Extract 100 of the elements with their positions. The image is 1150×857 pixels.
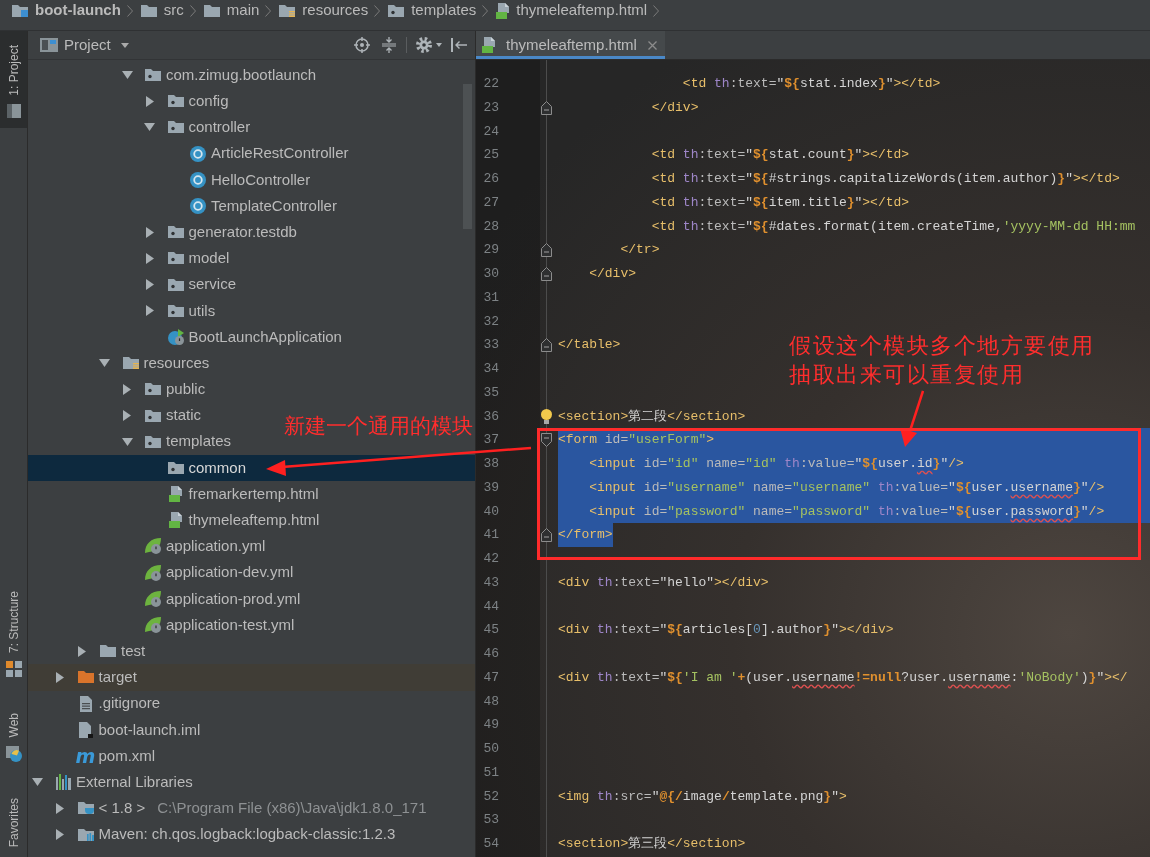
line-number: 37 (483, 432, 499, 448)
code-line: <img th:src="@{/image/template.png}"> (558, 787, 847, 806)
globe-icon (5, 745, 22, 762)
tree-item[interactable]: application-prod.yml (145, 585, 301, 612)
arrows-inward-icon[interactable] (382, 37, 396, 53)
caret-icon[interactable] (436, 43, 442, 47)
triangle-icon[interactable] (121, 71, 133, 80)
triangle-icon[interactable] (145, 305, 154, 317)
tree-item[interactable]: generator.testdb (141, 219, 297, 246)
triangle-icon[interactable] (144, 123, 155, 132)
fold-marker-icon[interactable] (541, 338, 552, 353)
fold-marker-icon[interactable] (541, 100, 552, 115)
tree-item[interactable]: m pom.xml (77, 742, 156, 770)
folder-icon (145, 409, 161, 422)
tree-item[interactable]: controller (141, 114, 251, 141)
folder-icon (145, 383, 161, 396)
tree-item[interactable]: public (119, 376, 206, 403)
tree-item[interactable]: fremarkertemp.html (167, 481, 319, 508)
tree-item[interactable]: boot-launch.iml (77, 716, 201, 743)
tree-item[interactable]: application-dev.yml (145, 559, 294, 586)
triangle-icon[interactable] (121, 437, 133, 446)
triangle-icon[interactable] (123, 383, 131, 395)
tool-window-button[interactable]: Favorites (0, 783, 27, 857)
fold-marker-icon[interactable] (541, 243, 552, 258)
view-selector[interactable]: Project (64, 33, 129, 57)
triangle-icon[interactable] (31, 778, 43, 787)
tree-item[interactable]: static (119, 402, 201, 429)
triangle-icon[interactable] (55, 829, 64, 841)
tree-item[interactable]: application-test.yml (145, 611, 295, 639)
code-line: <section>第二段</section> (558, 407, 746, 426)
folder-icon (167, 226, 184, 239)
line-number: 23 (483, 99, 499, 115)
tree-item[interactable]: utils (141, 297, 216, 324)
folder-icon (145, 69, 161, 82)
leaf-icon (145, 564, 161, 581)
tree-item[interactable]: thymeleaftemp.html (167, 507, 320, 534)
folder-icon (167, 121, 184, 134)
triangle-icon[interactable] (145, 226, 154, 238)
tree-item[interactable]: ArticleRestController (190, 140, 349, 167)
tree-item[interactable]: Maven: ch.qos.logback:logback-classic:1.2.3 (51, 821, 396, 848)
close-icon[interactable] (647, 40, 657, 50)
breadcrumb-item[interactable]: main (203, 2, 260, 19)
tree-item[interactable]: target (51, 664, 137, 691)
editor-tab[interactable]: thymeleaftemp.html (476, 31, 665, 59)
line-number: 25 (483, 147, 499, 163)
fold-marker-icon[interactable] (541, 266, 552, 281)
folder-icon (167, 278, 184, 291)
folder-icon (12, 4, 28, 17)
tree-item[interactable]: BootLaunchApplication (167, 323, 342, 351)
tree-item[interactable]: External Libraries (29, 769, 193, 796)
tree-item[interactable]: < 1.8 > C:\Program File (x86)\Java\jdk1.8.0_171 (51, 795, 427, 822)
tree-item[interactable]: application.yml (145, 533, 266, 560)
tree-item[interactable]: common (167, 454, 247, 481)
tree-item[interactable]: model (141, 245, 230, 272)
leaf-icon (145, 590, 161, 607)
tree-item[interactable]: config (141, 88, 229, 115)
tree-item[interactable]: com.zimug.bootlaunch (119, 62, 317, 89)
arrow-bar-icon[interactable] (451, 38, 467, 52)
fold-marker-icon[interactable] (541, 528, 552, 543)
tree-item[interactable]: resources (96, 350, 210, 377)
triangle-icon[interactable] (99, 359, 110, 368)
triangle-icon[interactable] (55, 802, 64, 814)
document-icon (169, 486, 182, 503)
breadcrumb-item[interactable]: templates (388, 2, 477, 19)
settings-icon[interactable] (416, 37, 432, 53)
triangle-icon[interactable] (145, 279, 154, 291)
lightbulb-icon[interactable] (541, 408, 552, 424)
annotation-text: 抽取出来可以重复使用 (789, 360, 1025, 389)
tree-item[interactable]: .gitignore (77, 690, 161, 717)
tree-item[interactable]: service (141, 271, 236, 298)
document-icon (169, 512, 182, 529)
tool-window-button[interactable]: Web (0, 699, 27, 772)
triangle-icon[interactable] (145, 252, 154, 264)
breadcrumb-item[interactable]: thymeleaftemp.html (496, 2, 648, 19)
fold-marker-icon[interactable] (541, 433, 552, 448)
breadcrumb-item[interactable]: boot-launch (12, 2, 121, 19)
triangle-icon[interactable] (78, 645, 86, 657)
line-number: 33 (483, 337, 499, 353)
annotation-arrow (900, 390, 924, 448)
breadcrumb-item[interactable]: src (140, 2, 184, 19)
line-number: 50 (483, 741, 499, 757)
code-line: </table> (558, 336, 621, 355)
document-icon (79, 695, 92, 712)
line-number: 53 (483, 812, 499, 828)
tree-item[interactable]: TemplateController (190, 192, 337, 220)
breadcrumb-item[interactable]: resources (279, 2, 369, 19)
tree-item[interactable]: test (74, 638, 146, 665)
leaf-icon (145, 617, 161, 634)
tool-window-button[interactable]: 7: Structure (0, 577, 27, 688)
code-editor[interactable] (476, 60, 1150, 857)
triangle-icon[interactable] (123, 410, 131, 422)
line-number: 52 (483, 788, 499, 804)
crosshair-icon[interactable] (354, 37, 370, 53)
triangle-icon[interactable] (55, 671, 64, 683)
panel-icon (40, 38, 58, 52)
tree-item[interactable]: HelloController (190, 166, 311, 193)
tool-window-button[interactable]: 1: Project (0, 31, 27, 128)
tree-item[interactable]: templates (119, 428, 232, 455)
document-icon (496, 2, 510, 19)
triangle-icon[interactable] (145, 95, 154, 107)
